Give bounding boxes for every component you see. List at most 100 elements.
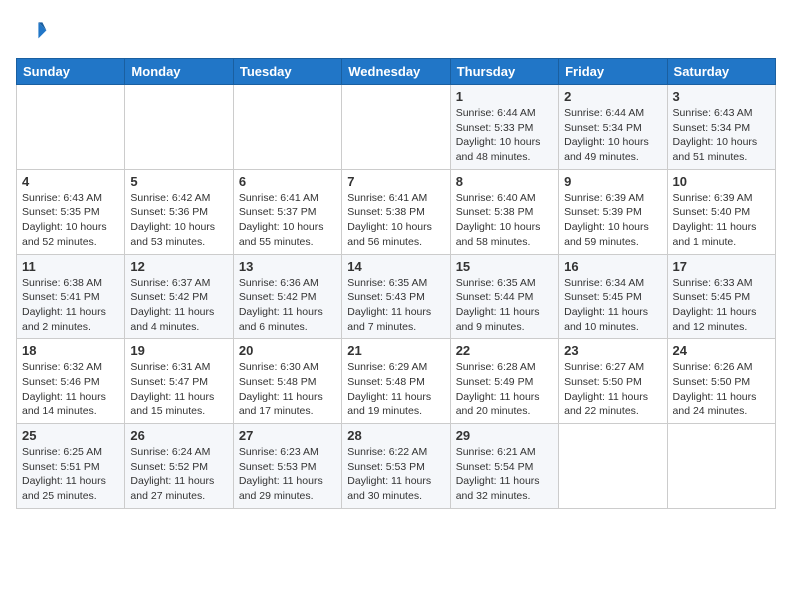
day-number: 18 <box>22 343 119 358</box>
day-number: 4 <box>22 174 119 189</box>
calendar-cell: 26Sunrise: 6:24 AM Sunset: 5:52 PM Dayli… <box>125 424 233 509</box>
header-wednesday: Wednesday <box>342 59 450 85</box>
header-monday: Monday <box>125 59 233 85</box>
calendar-cell: 5 Sunrise: 6:42 AM Sunset: 5:36 PM Daylig… <box>125 169 233 254</box>
day-info: Sunrise: 6:24 AM Sunset: 5:52 PM Dayligh… <box>130 445 227 504</box>
day-info: Sunrise: 6:40 AM Sunset: 5:38 PM Dayligh… <box>456 191 553 250</box>
calendar-header-row: SundayMondayTuesdayWednesdayThursdayFrid… <box>17 59 776 85</box>
calendar-cell: 19 Sunrise: 6:31 AM Sunset: 5:47 PM Dayli… <box>125 339 233 424</box>
day-number: 5 <box>130 174 227 189</box>
calendar-cell: 24 Sunrise: 6:26 AM Sunset: 5:50 PM Dayli… <box>667 339 775 424</box>
calendar-week-row: 4 Sunrise: 6:43 AM Sunset: 5:35 PM Daylig… <box>17 169 776 254</box>
day-info: Sunrise: 6:41 AM Sunset: 5:37 PM Dayligh… <box>239 191 336 250</box>
calendar-cell: 10 Sunrise: 6:39 AM Sunset: 5:40 PM Dayli… <box>667 169 775 254</box>
day-info: Sunrise: 6:23 AM Sunset: 5:53 PM Dayligh… <box>239 445 336 504</box>
calendar-cell <box>233 85 341 170</box>
calendar-cell: 12 Sunrise: 6:37 AM Sunset: 5:42 PM Dayli… <box>125 254 233 339</box>
day-info: Sunrise: 6:31 AM Sunset: 5:47 PM Dayligh… <box>130 360 227 419</box>
calendar-table: SundayMondayTuesdayWednesdayThursdayFrid… <box>16 58 776 509</box>
calendar-cell: 25 Sunrise: 6:25 AM Sunset: 5:51 PM Dayli… <box>17 424 125 509</box>
day-number: 20 <box>239 343 336 358</box>
page: SundayMondayTuesdayWednesdayThursdayFrid… <box>0 0 792 612</box>
day-number: 2 <box>564 89 661 104</box>
day-info: Sunrise: 6:42 AM Sunset: 5:36 PM Dayligh… <box>130 191 227 250</box>
day-info: Sunrise: 6:26 AM Sunset: 5:50 PM Dayligh… <box>673 360 770 419</box>
day-info: Sunrise: 6:21 AM Sunset: 5:54 PM Dayligh… <box>456 445 553 504</box>
day-info: Sunrise: 6:39 AM Sunset: 5:39 PM Dayligh… <box>564 191 661 250</box>
calendar-cell: 14 Sunrise: 6:35 AM Sunset: 5:43 PM Dayli… <box>342 254 450 339</box>
day-number: 22 <box>456 343 553 358</box>
day-number: 1 <box>456 89 553 104</box>
day-number: 13 <box>239 259 336 274</box>
day-info: Sunrise: 6:36 AM Sunset: 5:42 PM Dayligh… <box>239 276 336 335</box>
calendar-cell: 28 Sunrise: 6:22 AM Sunset: 5:53 PM Dayli… <box>342 424 450 509</box>
day-info: Sunrise: 6:22 AM Sunset: 5:53 PM Dayligh… <box>347 445 444 504</box>
calendar-cell: 1 Sunrise: 6:44 AM Sunset: 5:33 PM Daylig… <box>450 85 558 170</box>
day-info: Sunrise: 6:38 AM Sunset: 5:41 PM Dayligh… <box>22 276 119 335</box>
calendar-cell <box>559 424 667 509</box>
day-number: 27 <box>239 428 336 443</box>
header-sunday: Sunday <box>17 59 125 85</box>
day-info: Sunrise: 6:27 AM Sunset: 5:50 PM Dayligh… <box>564 360 661 419</box>
day-info: Sunrise: 6:33 AM Sunset: 5:45 PM Dayligh… <box>673 276 770 335</box>
day-number: 14 <box>347 259 444 274</box>
calendar-week-row: 25 Sunrise: 6:25 AM Sunset: 5:51 PM Dayli… <box>17 424 776 509</box>
calendar-cell: 16 Sunrise: 6:34 AM Sunset: 5:45 PM Dayli… <box>559 254 667 339</box>
day-number: 3 <box>673 89 770 104</box>
day-info: Sunrise: 6:34 AM Sunset: 5:45 PM Dayligh… <box>564 276 661 335</box>
header-thursday: Thursday <box>450 59 558 85</box>
day-info: Sunrise: 6:39 AM Sunset: 5:40 PM Dayligh… <box>673 191 770 250</box>
calendar-cell: 17 Sunrise: 6:33 AM Sunset: 5:45 PM Dayli… <box>667 254 775 339</box>
day-number: 21 <box>347 343 444 358</box>
day-info: Sunrise: 6:28 AM Sunset: 5:49 PM Dayligh… <box>456 360 553 419</box>
day-number: 9 <box>564 174 661 189</box>
day-number: 28 <box>347 428 444 443</box>
calendar-cell: 22 Sunrise: 6:28 AM Sunset: 5:49 PM Dayli… <box>450 339 558 424</box>
calendar-cell: 7 Sunrise: 6:41 AM Sunset: 5:38 PM Daylig… <box>342 169 450 254</box>
day-info: Sunrise: 6:32 AM Sunset: 5:46 PM Dayligh… <box>22 360 119 419</box>
day-info: Sunrise: 6:30 AM Sunset: 5:48 PM Dayligh… <box>239 360 336 419</box>
header-friday: Friday <box>559 59 667 85</box>
calendar-cell <box>17 85 125 170</box>
day-number: 16 <box>564 259 661 274</box>
day-info: Sunrise: 6:41 AM Sunset: 5:38 PM Dayligh… <box>347 191 444 250</box>
calendar-cell: 27 Sunrise: 6:23 AM Sunset: 5:53 PM Dayli… <box>233 424 341 509</box>
day-number: 17 <box>673 259 770 274</box>
calendar-cell: 8Sunrise: 6:40 AM Sunset: 5:38 PM Daylig… <box>450 169 558 254</box>
day-info: Sunrise: 6:35 AM Sunset: 5:44 PM Dayligh… <box>456 276 553 335</box>
day-info: Sunrise: 6:25 AM Sunset: 5:51 PM Dayligh… <box>22 445 119 504</box>
day-number: 29 <box>456 428 553 443</box>
day-info: Sunrise: 6:44 AM Sunset: 5:33 PM Dayligh… <box>456 106 553 165</box>
calendar-cell: 29 Sunrise: 6:21 AM Sunset: 5:54 PM Dayli… <box>450 424 558 509</box>
calendar-cell: 13 Sunrise: 6:36 AM Sunset: 5:42 PM Dayli… <box>233 254 341 339</box>
day-info: Sunrise: 6:43 AM Sunset: 5:35 PM Dayligh… <box>22 191 119 250</box>
calendar-week-row: 18 Sunrise: 6:32 AM Sunset: 5:46 PM Dayli… <box>17 339 776 424</box>
calendar-cell <box>125 85 233 170</box>
calendar-cell <box>342 85 450 170</box>
day-number: 23 <box>564 343 661 358</box>
day-number: 25 <box>22 428 119 443</box>
day-info: Sunrise: 6:37 AM Sunset: 5:42 PM Dayligh… <box>130 276 227 335</box>
header <box>16 16 776 48</box>
calendar-cell: 23 Sunrise: 6:27 AM Sunset: 5:50 PM Dayli… <box>559 339 667 424</box>
day-number: 7 <box>347 174 444 189</box>
calendar-week-row: 11Sunrise: 6:38 AM Sunset: 5:41 PM Dayli… <box>17 254 776 339</box>
day-number: 12 <box>130 259 227 274</box>
calendar-cell: 15Sunrise: 6:35 AM Sunset: 5:44 PM Dayli… <box>450 254 558 339</box>
header-saturday: Saturday <box>667 59 775 85</box>
calendar-cell <box>667 424 775 509</box>
day-number: 6 <box>239 174 336 189</box>
day-info: Sunrise: 6:43 AM Sunset: 5:34 PM Dayligh… <box>673 106 770 165</box>
calendar-cell: 6 Sunrise: 6:41 AM Sunset: 5:37 PM Daylig… <box>233 169 341 254</box>
day-info: Sunrise: 6:35 AM Sunset: 5:43 PM Dayligh… <box>347 276 444 335</box>
day-info: Sunrise: 6:29 AM Sunset: 5:48 PM Dayligh… <box>347 360 444 419</box>
calendar-cell: 3 Sunrise: 6:43 AM Sunset: 5:34 PM Daylig… <box>667 85 775 170</box>
calendar-cell: 9 Sunrise: 6:39 AM Sunset: 5:39 PM Daylig… <box>559 169 667 254</box>
header-tuesday: Tuesday <box>233 59 341 85</box>
calendar-cell: 11Sunrise: 6:38 AM Sunset: 5:41 PM Dayli… <box>17 254 125 339</box>
day-number: 24 <box>673 343 770 358</box>
calendar-week-row: 1 Sunrise: 6:44 AM Sunset: 5:33 PM Daylig… <box>17 85 776 170</box>
day-number: 10 <box>673 174 770 189</box>
calendar-cell: 4 Sunrise: 6:43 AM Sunset: 5:35 PM Daylig… <box>17 169 125 254</box>
day-number: 19 <box>130 343 227 358</box>
